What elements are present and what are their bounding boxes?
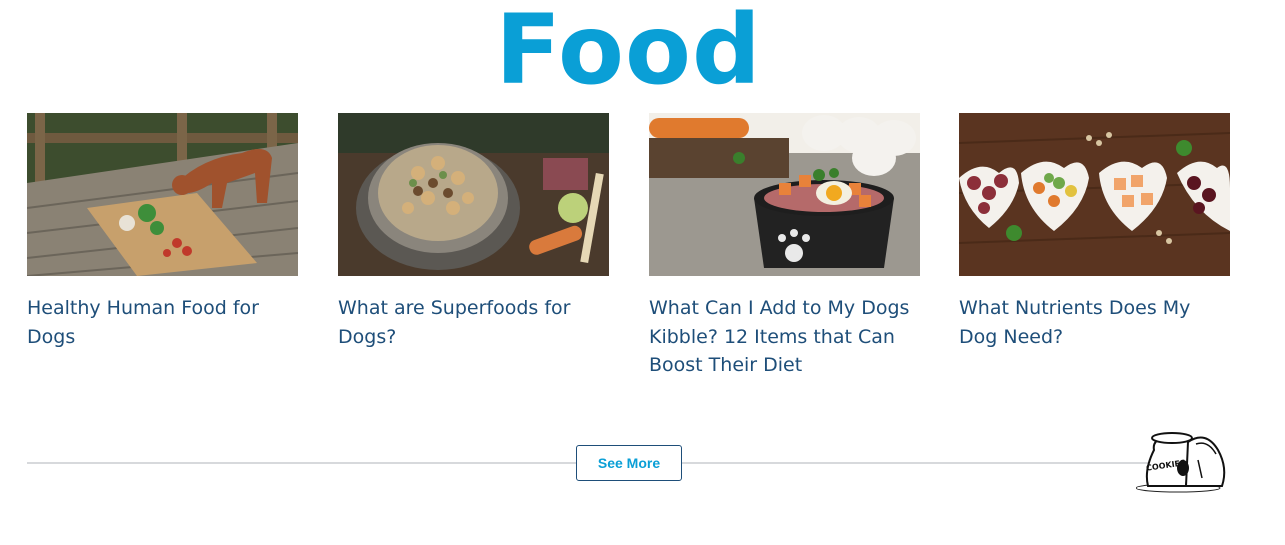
article-image[interactable]: [649, 113, 920, 276]
article-grid: Healthy Human Food for Dogs What are Sup…: [27, 113, 1230, 393]
article-image[interactable]: [338, 113, 609, 276]
divider-left: [27, 462, 576, 464]
article-image[interactable]: [27, 113, 298, 276]
section-title: Food: [495, 0, 762, 106]
divider-right: [682, 462, 1150, 464]
article-card-superfoods[interactable]: What are Superfoods for Dogs?: [338, 113, 609, 351]
article-card-healthy-human-food[interactable]: Healthy Human Food for Dogs: [27, 113, 298, 351]
cookie-jar-dog-icon: COOKIES: [1136, 432, 1226, 493]
article-title[interactable]: What are Superfoods for Dogs?: [338, 294, 609, 351]
article-title[interactable]: What Nutrients Does My Dog Need?: [959, 294, 1230, 351]
article-image[interactable]: [959, 113, 1230, 276]
article-title[interactable]: Healthy Human Food for Dogs: [27, 294, 298, 351]
article-title[interactable]: What Can I Add to My Dogs Kibble? 12 Ite…: [649, 294, 920, 380]
article-card-nutrients[interactable]: What Nutrients Does My Dog Need?: [959, 113, 1230, 351]
article-card-kibble-additions[interactable]: What Can I Add to My Dogs Kibble? 12 Ite…: [649, 113, 920, 380]
see-more-button[interactable]: See More: [576, 445, 682, 481]
